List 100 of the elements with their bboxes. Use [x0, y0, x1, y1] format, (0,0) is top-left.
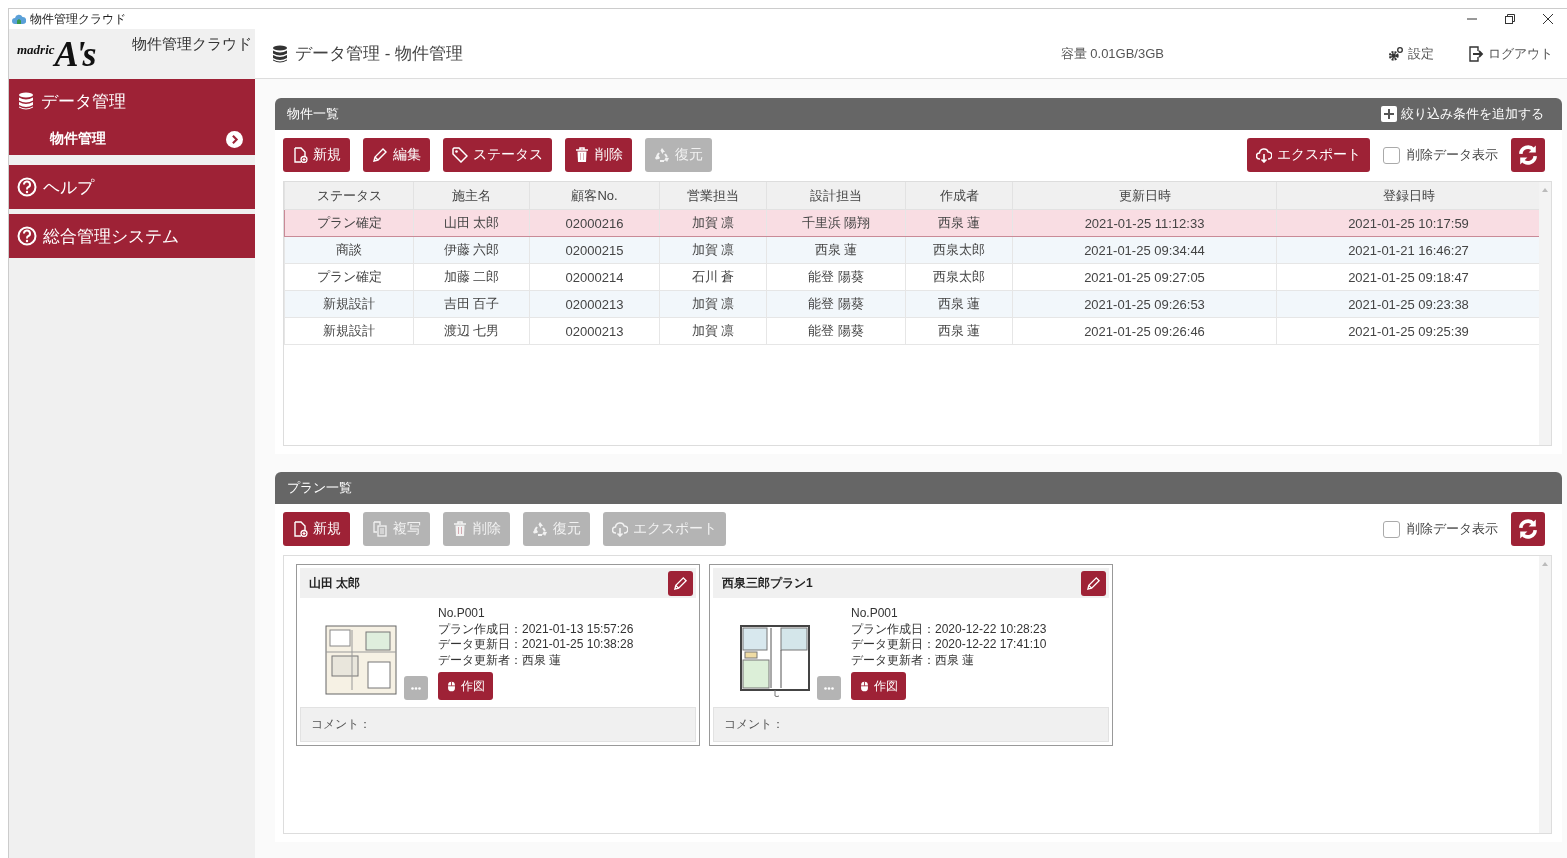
page-title: データ管理 - 物件管理 — [295, 43, 464, 65]
nav-subitem[interactable]: 物件管理 — [9, 123, 255, 155]
help-icon — [17, 177, 37, 197]
table-cell: 2021-01-25 10:17:59 — [1276, 209, 1541, 237]
table-cell: 2021-01-25 09:26:46 — [1012, 317, 1277, 345]
column-header[interactable]: 顧客No. — [529, 182, 660, 210]
table-cell: 加賀 凛 — [659, 209, 767, 237]
comment-label: コメント： — [311, 716, 371, 733]
checkbox[interactable] — [1383, 520, 1400, 538]
pencil-icon — [673, 575, 688, 591]
refresh-button[interactable] — [1511, 512, 1545, 546]
nav-item[interactable]: 総合管理システム — [9, 214, 255, 258]
plan-detail: No.P001 — [851, 606, 899, 622]
export-button[interactable]: エクスポート — [1247, 138, 1370, 172]
nav-item[interactable]: データ管理 — [9, 79, 255, 123]
column-header[interactable]: 営業担当 — [659, 182, 767, 210]
scrollbar[interactable] — [1539, 556, 1551, 833]
plan-detail: データ更新者：西泉 蓮 — [438, 652, 563, 668]
plan-detail: データ更新日：2021-01-25 10:38:28 — [438, 637, 634, 653]
show-deleted-checkbox[interactable]: 削除データ表示 — [1383, 520, 1498, 538]
table-cell: 西泉 蓮 — [766, 236, 906, 264]
table-cell: 2021-01-21 16:46:27 — [1276, 236, 1541, 264]
gear-icon — [1388, 45, 1404, 62]
restore-icon — [1505, 14, 1515, 24]
table-cell: 02000214 — [529, 263, 660, 291]
more-button[interactable] — [404, 676, 428, 700]
new-button[interactable]: 新規 — [283, 512, 350, 546]
trash-icon — [574, 147, 590, 163]
refresh-button[interactable] — [1511, 138, 1545, 172]
scrollbar[interactable] — [1539, 182, 1551, 445]
column-header[interactable]: 登録日時 — [1276, 182, 1541, 210]
plan-title: 西泉三郎プラン1 — [722, 574, 813, 592]
chevron-circle-icon — [226, 130, 243, 148]
table-cell: 2021-01-25 09:34:44 — [1012, 236, 1277, 264]
plan-detail: プラン作成日：2020-12-22 10:28:23 — [851, 621, 1047, 637]
draw-button[interactable]: 作図 — [438, 672, 493, 700]
tag-button[interactable]: ステータス — [443, 138, 552, 172]
mouse-icon — [446, 680, 457, 692]
plus-square-icon — [1381, 106, 1397, 122]
table-cell: 加賀 凛 — [659, 290, 767, 318]
table-cell: 02000216 — [529, 209, 660, 237]
storage-usage: 容量 0.01GB/3GB — [1060, 44, 1164, 63]
table-cell: 西泉 蓮 — [905, 209, 1013, 237]
table-cell: 加賀 凛 — [659, 317, 767, 345]
table-row[interactable]: 新規設計 吉田 百子 02000213 加賀 凛 能登 陽葵 西泉 蓮 2021-01-25 09:26:53 2021-01-25 09:23:38 — [284, 290, 1541, 318]
pencil-icon — [372, 147, 388, 163]
edit-button[interactable] — [668, 570, 693, 596]
table-cell: 能登 陽葵 — [766, 263, 906, 291]
new-button[interactable]: 新規 — [283, 138, 350, 172]
plan-detail: No.P001 — [438, 606, 486, 622]
table-cell: プラン確定 — [284, 263, 414, 291]
column-header[interactable]: 施主名 — [413, 182, 530, 210]
app-name: 物件管理クラウド — [132, 35, 252, 54]
show-deleted-checkbox[interactable]: 削除データ表示 — [1383, 146, 1498, 164]
nav-item[interactable]: ヘルプ — [9, 165, 255, 209]
cloud-app-icon — [12, 13, 26, 25]
logout-link[interactable]: ログアウト — [1468, 44, 1553, 63]
column-header[interactable]: ステータス — [284, 182, 414, 210]
database-icon — [271, 44, 289, 63]
table-row[interactable]: 新規設計 渡辺 七男 02000213 加賀 凛 能登 陽葵 西泉 蓮 2021-01-25 09:26:46 2021-01-25 09:25:39 — [284, 317, 1541, 345]
close-icon — [1543, 14, 1553, 24]
recycle-icon — [532, 521, 548, 537]
logout-icon — [1468, 45, 1484, 62]
copy-icon — [372, 521, 388, 537]
table-cell: 能登 陽葵 — [766, 290, 906, 318]
column-header[interactable]: 設計担当 — [766, 182, 906, 210]
edit-button[interactable] — [1081, 570, 1106, 596]
plan-detail: データ更新日：2020-12-22 17:41:10 — [851, 637, 1047, 653]
table-cell: 能登 陽葵 — [766, 317, 906, 345]
table-row[interactable]: プラン確定 加藤 二郎 02000214 石川 蒼 能登 陽葵 西泉太郎 2021-01-25 09:27:05 2021-01-25 09:18:47 — [284, 263, 1541, 291]
database-icon — [17, 92, 35, 110]
table-cell: 千里浜 陽翔 — [766, 209, 906, 237]
table-cell: 西泉太郎 — [905, 263, 1013, 291]
settings-link[interactable]: 設定 — [1388, 44, 1434, 63]
add-filter-link[interactable]: 絞り込み条件を追加する — [1381, 105, 1544, 123]
scroll-up-icon — [1542, 562, 1548, 566]
table-cell: 商談 — [284, 236, 414, 264]
column-header[interactable]: 更新日時 — [1012, 182, 1277, 210]
checkbox[interactable] — [1383, 146, 1400, 164]
edit-button[interactable]: 編集 — [363, 138, 430, 172]
more-button[interactable] — [817, 676, 841, 700]
table-cell: 伊藤 六郎 — [413, 236, 530, 264]
table-cell: 石川 蒼 — [659, 263, 767, 291]
ellipsis-icon — [824, 686, 834, 690]
window-title: 物件管理クラウド — [30, 10, 126, 28]
table-cell: 山田 太郎 — [413, 209, 530, 237]
table-cell: 新規設計 — [284, 290, 414, 318]
column-header[interactable]: 作成者 — [905, 182, 1013, 210]
table-cell: 02000213 — [529, 317, 660, 345]
plan-detail: プラン作成日：2021-01-13 15:57:26 — [438, 621, 634, 637]
draw-button[interactable]: 作図 — [851, 672, 906, 700]
comment-label: コメント： — [724, 716, 784, 733]
table-row[interactable]: 商談 伊藤 六郎 02000215 加賀 凛 西泉 蓮 西泉太郎 2021-01-25 09:34:44 2021-01-21 16:46:27 — [284, 236, 1541, 264]
scroll-up-icon — [1542, 188, 1548, 192]
panel-title: プラン一覧 — [287, 479, 352, 497]
table-cell: 加賀 凛 — [659, 236, 767, 264]
table-row[interactable]: プラン確定 山田 太郎 02000216 加賀 凛 千里浜 陽翔 西泉 蓮 2021-01-25 11:12:33 2021-01-25 10:17:59 — [284, 209, 1541, 237]
delete-button[interactable]: 削除 — [565, 138, 632, 172]
table-cell: 2021-01-25 09:23:38 — [1276, 290, 1541, 318]
table-cell: 吉田 百子 — [413, 290, 530, 318]
